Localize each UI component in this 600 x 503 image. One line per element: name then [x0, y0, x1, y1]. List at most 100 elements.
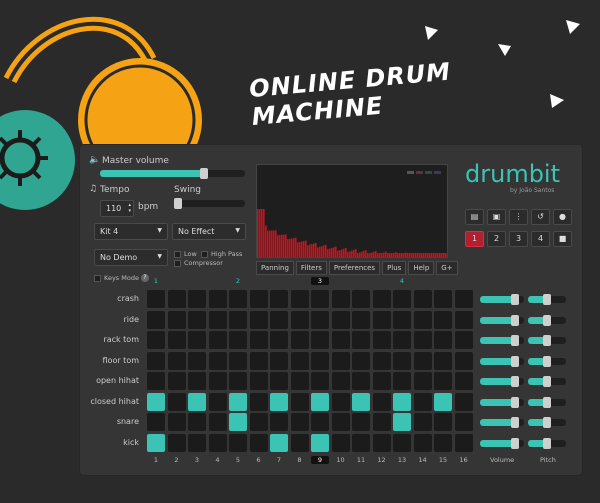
step-cell[interactable]	[270, 310, 288, 329]
pitch-slider[interactable]	[528, 417, 566, 428]
step-cell[interactable]	[331, 351, 350, 370]
step-cell[interactable]	[311, 433, 329, 452]
step-cell[interactable]	[208, 392, 227, 411]
pitch-knob[interactable]	[543, 417, 551, 428]
step-cell[interactable]	[147, 290, 165, 308]
visualizer-color-swatch[interactable]	[425, 171, 432, 174]
tempo-input[interactable]: 110 ▴ ▾	[100, 200, 134, 217]
pitch-slider[interactable]	[528, 396, 566, 408]
step-cell[interactable]	[454, 433, 473, 452]
step-cell[interactable]	[188, 372, 206, 390]
volume-knob[interactable]	[511, 396, 520, 408]
step-cell[interactable]	[454, 413, 473, 431]
volume-knob[interactable]	[511, 437, 520, 449]
step-cell[interactable]	[147, 372, 165, 390]
instrument-label[interactable]: kick	[79, 438, 139, 447]
volume-knob[interactable]	[511, 376, 520, 387]
step-cell[interactable]	[331, 310, 350, 329]
step-cell[interactable]	[352, 392, 370, 411]
step-cell[interactable]	[208, 372, 227, 390]
step-cell[interactable]	[372, 290, 391, 308]
record-icon[interactable]: ●	[553, 209, 572, 225]
step-cell[interactable]	[147, 392, 165, 411]
pattern-button-2[interactable]: 2	[487, 231, 506, 247]
step-cell[interactable]	[249, 413, 268, 431]
step-cell[interactable]	[270, 392, 288, 411]
step-cell[interactable]	[249, 351, 268, 370]
step-cell[interactable]	[249, 331, 268, 349]
instrument-label[interactable]: crash	[79, 294, 139, 303]
step-cell[interactable]	[413, 290, 432, 308]
step-cell[interactable]	[188, 433, 206, 452]
stepper-icon[interactable]: ▴ ▾	[128, 202, 131, 214]
master-volume-knob[interactable]	[200, 168, 209, 179]
instrument-label[interactable]: rack tom	[79, 335, 139, 344]
step-cell[interactable]	[372, 331, 391, 349]
step-cell[interactable]	[208, 351, 227, 370]
instrument-label[interactable]: ride	[79, 315, 139, 324]
step-cell[interactable]	[188, 392, 206, 411]
step-cell[interactable]	[331, 433, 350, 452]
step-cell[interactable]	[311, 351, 329, 370]
step-cell[interactable]	[454, 331, 473, 349]
pitch-knob[interactable]	[543, 376, 551, 387]
compressor-checkbox[interactable]	[174, 260, 181, 267]
step-cell[interactable]	[270, 331, 288, 349]
folder-icon[interactable]: ▤	[465, 209, 484, 225]
step-cell[interactable]	[393, 310, 411, 329]
step-cell[interactable]	[229, 331, 247, 349]
step-cell[interactable]	[413, 331, 432, 349]
step-cell[interactable]	[311, 310, 329, 329]
tab-g-[interactable]: G+	[436, 261, 458, 275]
kit-select[interactable]: Kit 4 ▼	[94, 223, 168, 240]
step-cell[interactable]	[352, 413, 370, 431]
volume-slider[interactable]	[480, 437, 524, 449]
step-cell[interactable]	[372, 433, 391, 452]
volume-knob[interactable]	[511, 355, 520, 367]
visualizer-color-swatch[interactable]	[434, 171, 441, 174]
visualizer-color-swatch[interactable]	[416, 171, 423, 174]
step-cell[interactable]	[434, 433, 452, 452]
pattern-button-3[interactable]: 3	[509, 231, 528, 247]
undo-icon[interactable]: ↺	[531, 209, 550, 225]
step-cell[interactable]	[290, 290, 309, 308]
step-cell[interactable]	[393, 392, 411, 411]
step-cell[interactable]	[249, 392, 268, 411]
step-cell[interactable]	[413, 413, 432, 431]
pitch-slider[interactable]	[528, 294, 566, 305]
step-cell[interactable]	[270, 372, 288, 390]
step-cell[interactable]	[270, 413, 288, 431]
tab-filters[interactable]: Filters	[295, 261, 327, 275]
step-cell[interactable]	[290, 372, 309, 390]
step-cell[interactable]	[270, 290, 288, 308]
step-cell[interactable]	[454, 310, 473, 329]
instrument-label[interactable]: open hihat	[79, 376, 139, 385]
step-cell[interactable]	[290, 433, 309, 452]
step-cell[interactable]	[167, 392, 186, 411]
pitch-knob[interactable]	[543, 314, 551, 326]
volume-knob[interactable]	[511, 314, 520, 326]
step-cell[interactable]	[352, 290, 370, 308]
step-cell[interactable]	[393, 413, 411, 431]
pattern-button-4[interactable]: 4	[531, 231, 550, 247]
tab-help[interactable]: Help	[408, 261, 435, 275]
step-cell[interactable]	[249, 372, 268, 390]
step-cell[interactable]	[208, 310, 227, 329]
step-cell[interactable]	[167, 310, 186, 329]
step-cell[interactable]	[352, 310, 370, 329]
step-cell[interactable]	[270, 433, 288, 452]
volume-slider[interactable]	[480, 417, 524, 428]
step-cell[interactable]	[208, 413, 227, 431]
step-cell[interactable]	[290, 413, 309, 431]
volume-slider[interactable]	[480, 396, 524, 408]
step-cell[interactable]	[434, 392, 452, 411]
step-cell[interactable]	[454, 290, 473, 308]
demo-select[interactable]: No Demo ▼	[94, 249, 168, 266]
more-icon[interactable]: ⋮	[509, 209, 528, 225]
step-cell[interactable]	[393, 372, 411, 390]
step-cell[interactable]	[147, 413, 165, 431]
step-cell[interactable]	[352, 351, 370, 370]
tab-plus[interactable]: Plus	[382, 261, 407, 275]
volume-knob[interactable]	[511, 417, 520, 428]
pitch-knob[interactable]	[543, 355, 551, 367]
